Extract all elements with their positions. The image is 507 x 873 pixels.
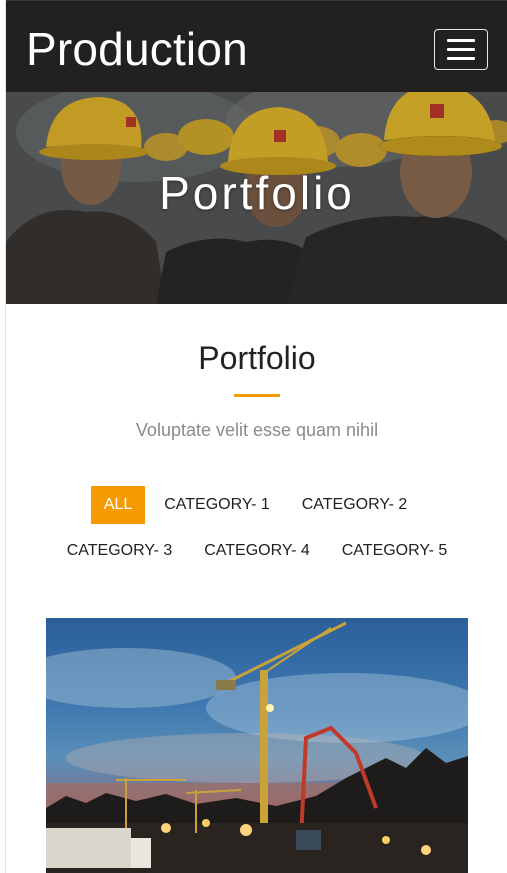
filter-category-4[interactable]: CATEGORY- 4 (188, 532, 326, 570)
filter-row-1: ALL CATEGORY- 1 CATEGORY- 2 (6, 486, 507, 524)
hamburger-bar (447, 39, 475, 42)
title-underline (234, 394, 280, 397)
section-subtitle: Voluptate velit esse quam nihil (135, 420, 379, 440)
filter-category-3[interactable]: CATEGORY- 3 (51, 532, 189, 570)
section-title: Portfolio (198, 340, 316, 376)
hamburger-menu-icon[interactable] (434, 29, 488, 70)
hero-banner: Portfolio (6, 92, 507, 304)
hero-title: Portfolio (159, 167, 355, 219)
brand-logo[interactable]: Production (26, 23, 248, 75)
page-frame: Production Portfolio Portfolio Voluptate… (5, 0, 507, 873)
filter-category-5[interactable]: CATEGORY- 5 (326, 532, 464, 570)
filter-all[interactable]: ALL (90, 486, 146, 524)
hamburger-bar (447, 48, 475, 51)
filter-category-2[interactable]: CATEGORY- 2 (286, 486, 424, 524)
navbar: Production (6, 0, 507, 92)
hamburger-bar (447, 57, 475, 60)
portfolio-item-image[interactable] (46, 618, 468, 873)
filter-category-1[interactable]: CATEGORY- 1 (148, 486, 286, 524)
construction-site-image (46, 621, 468, 873)
filter-row-2: CATEGORY- 3 CATEGORY- 4 CATEGORY- 5 (6, 532, 507, 570)
